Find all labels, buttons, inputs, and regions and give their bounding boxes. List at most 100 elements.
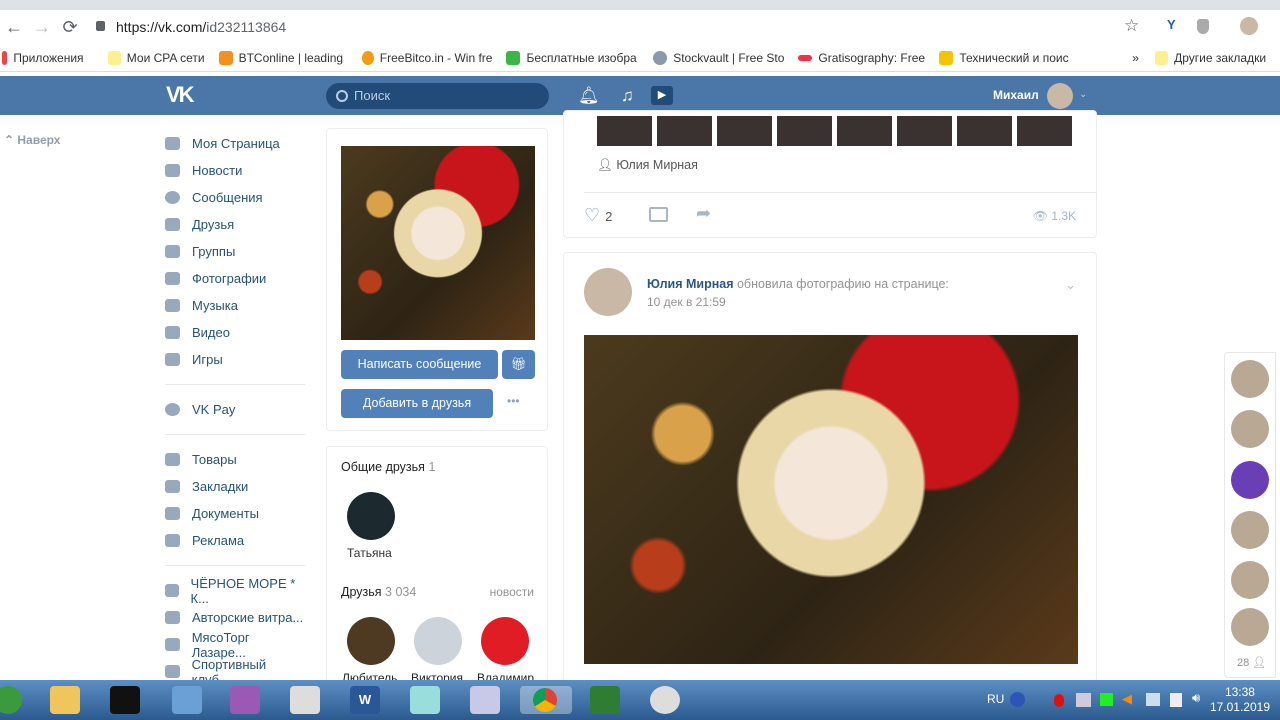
gift-button[interactable]: 🎁︎ — [502, 350, 535, 379]
chat-online-count[interactable]: 28 👤︎ — [1237, 656, 1266, 669]
nav-messages[interactable]: Сообщения — [165, 184, 305, 211]
chat-avatar[interactable] — [1231, 410, 1269, 448]
tray-icon[interactable] — [1076, 693, 1091, 707]
nav-group-link[interactable]: Авторские витра... — [165, 604, 305, 631]
nav-friends[interactable]: Друзья — [165, 211, 305, 238]
bookmark-item[interactable]: Gratisography: Free — [798, 51, 925, 65]
forward-icon[interactable]: → — [28, 17, 56, 38]
paint-icon[interactable] — [470, 686, 500, 714]
search-input[interactable]: Поиск — [326, 83, 549, 109]
chat-avatar[interactable] — [1231, 461, 1269, 499]
app-icon[interactable] — [172, 686, 202, 714]
friends-header[interactable]: Друзья 3 034 — [341, 585, 416, 599]
back-icon[interactable]: ← — [0, 17, 28, 38]
system-clock[interactable]: 13:38 17.01.2019 — [1210, 685, 1270, 715]
bookmark-other[interactable]: Другие закладки — [1154, 50, 1266, 65]
chat-avatar[interactable] — [1231, 360, 1269, 398]
nav-goods[interactable]: Товары — [165, 446, 305, 473]
bookmark-apps[interactable]: Приложения — [2, 50, 84, 65]
browser-tab-strip[interactable] — [0, 0, 1280, 10]
bookmark-item[interactable]: Мои CPA сети — [107, 50, 205, 65]
play-icon[interactable]: ▶ — [651, 86, 673, 105]
music-icon[interactable]: ♫ — [621, 86, 634, 106]
word-icon[interactable]: W — [350, 686, 380, 714]
nav-ads[interactable]: Реклама — [165, 527, 305, 554]
like-button[interactable]: ♡ 2 — [584, 205, 612, 226]
shield-icon[interactable] — [1197, 19, 1209, 34]
more-actions-button[interactable]: ••• — [507, 394, 520, 408]
terminal-icon[interactable] — [110, 686, 140, 714]
nav-groups[interactable]: Группы — [165, 238, 305, 265]
reload-icon[interactable]: ⟳ — [56, 17, 84, 38]
extension-icon[interactable]: Y — [1167, 17, 1176, 32]
app-icon[interactable] — [230, 686, 260, 714]
vk-logo[interactable]: VK — [166, 82, 195, 108]
friend-avatar[interactable] — [347, 492, 395, 540]
network-icon[interactable] — [1146, 693, 1160, 706]
bookmark-item[interactable]: FreeBitco.in - Win fre — [361, 50, 493, 65]
post-photo[interactable] — [584, 335, 1078, 664]
calculator-icon[interactable] — [290, 686, 320, 714]
speaker-icon[interactable]: ◀ — [1122, 691, 1132, 707]
author-avatar[interactable] — [584, 268, 632, 316]
user-name[interactable]: Михаил — [993, 88, 1039, 102]
nav-vkpay[interactable]: VK Pay — [165, 396, 305, 423]
author-name[interactable]: Юлия Мирная — [647, 277, 734, 291]
friend-name[interactable]: Татьяна — [347, 546, 392, 560]
profile-avatar[interactable] — [1240, 17, 1258, 35]
tray-icon[interactable] — [1100, 693, 1113, 706]
tray-icon[interactable] — [1054, 694, 1064, 707]
bookmark-item[interactable]: BTConline | leading — [218, 50, 348, 65]
friend-avatar[interactable] — [347, 617, 395, 665]
nav-games[interactable]: Игры — [165, 346, 305, 373]
notepad-icon[interactable] — [410, 686, 440, 714]
chevron-down-icon[interactable]: ⌄ — [1079, 89, 1087, 100]
nav-bookmarks[interactable]: Закладки — [165, 473, 305, 500]
monitor-icon[interactable] — [590, 686, 620, 714]
help-icon[interactable] — [1010, 692, 1025, 707]
friends-news-link[interactable]: новости — [490, 585, 534, 599]
bookmark-label: FreeBitco.in - Win fre — [379, 50, 493, 65]
comment-icon[interactable] — [649, 207, 668, 222]
url-field[interactable]: https://vk.com/id232113864 — [116, 19, 286, 35]
star-icon[interactable]: ☆ — [1124, 16, 1139, 36]
bookmark-item[interactable]: Бесплатные изобра — [506, 50, 639, 65]
share-icon[interactable]: ➦ — [696, 203, 711, 224]
nav-music[interactable]: Музыка — [165, 292, 305, 319]
send-message-button[interactable]: Написать сообщение — [341, 350, 498, 379]
nav-group-link[interactable]: ЧЁРНОЕ МОРЕ * К... — [165, 576, 305, 606]
more-bookmarks[interactable]: » — [1132, 51, 1139, 65]
post-author-tag[interactable]: 👤︎ Юлия Мирная — [597, 158, 698, 173]
nav-my-page[interactable]: Моя Страница — [165, 130, 305, 157]
start-button[interactable] — [0, 686, 22, 714]
volume-icon[interactable]: 🔊︎ — [1192, 690, 1200, 706]
user-avatar[interactable] — [1047, 83, 1073, 109]
add-friend-button[interactable]: Добавить в друзья — [341, 389, 493, 418]
nav-news[interactable]: Новости — [165, 157, 305, 184]
bell-icon[interactable]: 🔔︎ — [578, 86, 600, 106]
bookmark-item[interactable]: Технический и поис — [939, 50, 1074, 65]
nav-photos[interactable]: Фотографии — [165, 265, 305, 292]
mutual-count: 1 — [428, 460, 436, 474]
friend-avatar[interactable] — [481, 617, 529, 665]
chat-avatar[interactable] — [1231, 561, 1269, 599]
clock-app-icon[interactable] — [650, 686, 680, 714]
chat-avatar[interactable] — [1231, 511, 1269, 549]
url-path: id232113864 — [206, 19, 287, 35]
chrome-taskbar-button[interactable] — [520, 686, 572, 714]
explorer-icon[interactable] — [50, 686, 80, 714]
chat-avatar[interactable] — [1231, 608, 1269, 646]
post-date[interactable]: 10 дек в 21:59 — [647, 295, 726, 309]
profile-photo[interactable] — [341, 146, 535, 340]
mutual-friends-header[interactable]: Общие друзья 1 — [341, 460, 435, 474]
friend-avatar[interactable] — [414, 617, 462, 665]
nav-documents[interactable]: Документы — [165, 500, 305, 527]
product-thumbnails[interactable] — [597, 116, 1077, 146]
chevron-down-icon[interactable]: ⌄ — [1065, 277, 1076, 293]
scroll-top-link[interactable]: ⌃ Наверх — [4, 133, 60, 147]
bookmark-item[interactable]: Stockvault | Free Sto — [653, 50, 784, 65]
nav-group-link[interactable]: МясоТорг Лазаре... — [165, 630, 305, 660]
language-indicator[interactable]: RU — [987, 692, 1004, 706]
nav-video[interactable]: Видео — [165, 319, 305, 346]
power-icon[interactable] — [1170, 693, 1182, 707]
